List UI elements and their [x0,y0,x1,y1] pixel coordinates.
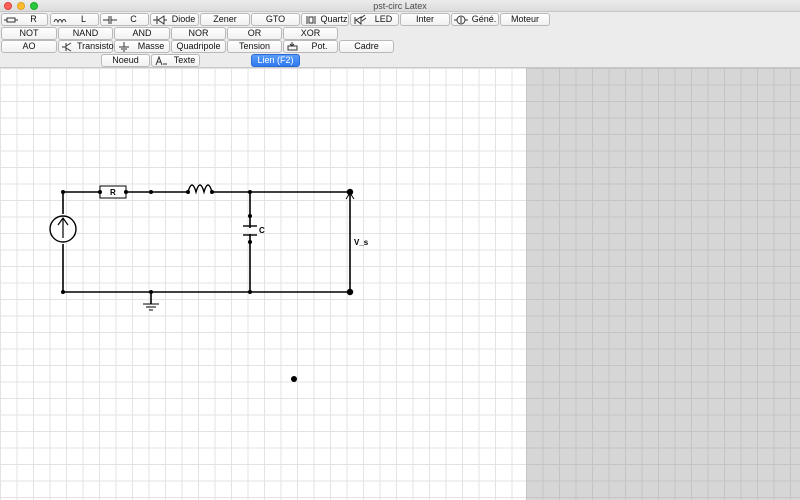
zener-button[interactable]: Zener [200,13,250,26]
inductor-symbol [187,184,213,195]
voltage-button[interactable]: Tension [227,40,282,53]
nor-gate-label: NOR [188,28,209,38]
nor-gate-button[interactable]: NOR [171,27,226,40]
opamp-label: AO [22,41,36,51]
gto-label: GTO [265,14,286,24]
switch-label: Inter [415,14,434,24]
transistor-icon [62,42,72,52]
quadripole-label: Quadripole [176,41,221,51]
circuit-diagram: R C V_s [49,184,369,382]
xor-gate-button[interactable]: XOR [283,27,338,40]
node-ground [149,290,153,294]
quadripole-button[interactable]: Quadripole [171,40,226,53]
diode-icon [153,15,167,25]
and-gate-label: AND [132,28,152,38]
quartz-label: Quartz [320,14,348,24]
opamp-button[interactable]: AO [1,40,57,53]
node-bottom-left [61,290,65,294]
node-top-right [346,188,354,196]
node-label: Noeud [112,55,139,65]
zener-label: Zener [213,14,237,24]
led-label: LED [374,14,393,24]
not-gate-button[interactable]: NOT [1,27,57,40]
ground-button[interactable]: Masse [114,40,170,53]
potentiometer-button[interactable]: Pot. [283,40,338,53]
nand-gate-label: NAND [72,28,99,38]
and-gate-button[interactable]: AND [114,27,170,40]
text-button[interactable]: Texte [151,54,200,67]
gto-button[interactable]: GTO [251,13,300,26]
frame-label: Cadre [354,41,379,51]
voltage-label: Tension [238,41,271,51]
or-gate-button[interactable]: OR [227,27,282,40]
inductor-icon [53,19,67,24]
link-label: Lien (F2) [257,55,294,65]
link-button[interactable]: Lien (F2) [251,54,300,67]
ground-label: Masse [137,41,165,51]
motor-button[interactable]: Moteur [500,13,550,26]
window-title: pst-circ Latex [373,1,427,11]
output-voltage-label: V_s [354,238,369,247]
diode-button[interactable]: Diode [150,13,199,26]
node-top-left [61,190,65,194]
canvas-outside-area [526,68,800,500]
xor-gate-label: XOR [300,28,321,38]
or-gate-label: OR [247,28,262,38]
resistor-symbol-label: R [110,188,116,197]
component-toolbar: R L C Diode Zener GTO Quartz LED Inter G… [0,12,800,68]
resistor-icon [4,17,18,23]
node-button[interactable]: Noeud [101,54,150,67]
node-capacitor-top [248,190,252,194]
capacitor-symbol-label: C [259,226,265,235]
circuit-nodes [61,188,354,382]
potentiometer-label: Pot. [311,41,328,51]
not-gate-label: NOT [19,28,39,38]
node-resistor-left [98,190,102,194]
capacitor-icon [103,16,117,24]
diode-label: Diode [171,14,196,24]
led-button[interactable]: LED [350,13,399,26]
node-capacitor-lower [248,240,252,244]
quartz-icon [306,16,316,24]
resistor-button[interactable]: R [1,13,48,26]
inductor-label: L [80,14,86,24]
nand-gate-button[interactable]: NAND [58,27,113,40]
switch-button[interactable]: Inter [400,13,450,26]
node-inductor-right [210,190,214,194]
text-label: Texte [173,55,196,65]
minimize-window-button[interactable] [17,2,25,10]
capacitor-label: C [130,14,137,24]
node-top-mid [149,190,153,194]
resistor-label: R [30,14,37,24]
text-tool-icon [155,56,167,66]
node-capacitor-upper [248,214,252,218]
quartz-button[interactable]: Quartz [301,13,349,26]
zoom-window-button[interactable] [30,2,38,10]
title-bar: pst-circ Latex [0,0,800,12]
drawing-canvas[interactable]: R C V_s [0,68,526,500]
node-inductor-left [186,190,190,194]
ground-icon [119,42,129,52]
generator-icon [454,15,468,25]
cursor-point [291,376,297,382]
inductor-button[interactable]: L [50,13,99,26]
potentiometer-icon [287,42,298,51]
node-capacitor-bottom [248,290,252,294]
node-bottom-right [346,288,354,296]
node-resistor-right [124,190,128,194]
close-window-button[interactable] [4,2,12,10]
generator-button[interactable]: Géné. [451,13,499,26]
frame-button[interactable]: Cadre [339,40,394,53]
generator-label: Géné. [471,14,497,24]
motor-label: Moteur [510,14,539,24]
capacitor-button[interactable]: C [100,13,149,26]
led-icon [354,15,367,25]
transistor-button[interactable]: Transistor [58,40,117,53]
transistor-label: Transistor [77,41,117,51]
